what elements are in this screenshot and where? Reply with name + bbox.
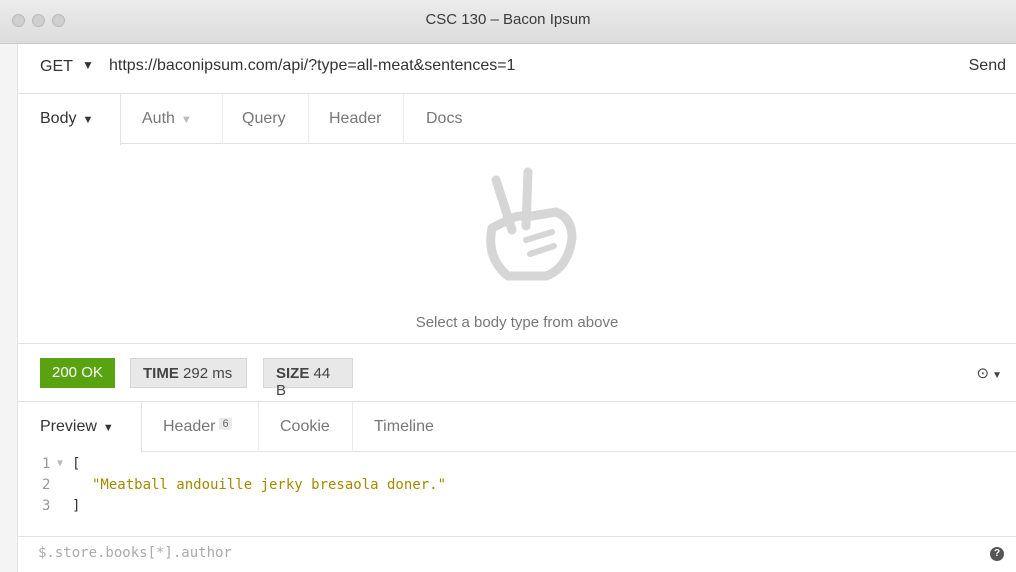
tab-response-header[interactable]: Header 6 [163, 402, 232, 452]
tab-cookie[interactable]: Cookie [280, 402, 330, 452]
tab-query[interactable]: Query [242, 94, 286, 144]
title-bar: CSC 130 – Bacon Ipsum [0, 0, 1016, 44]
sidebar-edge [0, 44, 18, 572]
header-count-badge: 6 [219, 418, 232, 430]
tab-response-header-label: Header [163, 418, 216, 435]
tab-docs[interactable]: Docs [426, 94, 462, 144]
tab-divider [308, 94, 309, 144]
clock-icon: ⊙ [976, 365, 990, 382]
code-line: 2 "Meatball andouille jerky bresaola don… [18, 477, 1016, 497]
code-line: 1 ▼ [ [18, 456, 1016, 476]
line-number: 3 [42, 498, 51, 514]
tab-cookie-label: Cookie [280, 418, 330, 435]
tab-divider [258, 402, 259, 452]
tab-divider [352, 402, 353, 452]
tab-timeline-label: Timeline [374, 418, 434, 435]
code-line: 3 ] [18, 498, 1016, 518]
code-string: "Meatball andouille jerky bresaola doner… [92, 477, 447, 493]
tab-preview-label: Preview [40, 418, 97, 435]
chevron-down-icon: ▼ [180, 114, 192, 126]
tab-preview[interactable]: Preview ▼ [18, 402, 142, 453]
url-bar: GET ▼ https://baconipsum.com/api/?type=a… [18, 44, 1016, 94]
tab-divider [403, 94, 404, 144]
line-number: 1 [42, 456, 51, 472]
request-body-panel: Select a body type from above [18, 144, 1016, 344]
body-type-hint: Select a body type from above [415, 314, 619, 331]
method-select[interactable]: GET [40, 58, 73, 76]
status-badge: 200 OK [40, 358, 115, 388]
time-value: 292 ms [183, 365, 233, 382]
response-tabs: Preview ▼ Header 6 Cookie Timeline [18, 402, 1016, 453]
send-button[interactable]: Send [969, 57, 1006, 75]
response-filter-bar: ? [18, 536, 1016, 572]
method-caret-icon[interactable]: ▼ [82, 58, 94, 72]
code-text: [ [72, 456, 81, 472]
chevron-down-icon: ▼ [992, 370, 1002, 381]
tab-auth[interactable]: Auth ▼ [142, 94, 192, 144]
tab-header[interactable]: Header [329, 94, 381, 144]
url-input[interactable]: https://baconipsum.com/api/?type=all-mea… [109, 57, 515, 75]
line-number: 2 [42, 477, 51, 493]
response-status-bar: 200 OK TIME 292 ms SIZE 44 B ⊙ ▼ [18, 344, 1016, 402]
window-title: CSC 130 – Bacon Ipsum [425, 11, 591, 28]
size-badge: SIZE 44 B [263, 358, 353, 399]
tab-docs-label: Docs [426, 110, 463, 127]
chevron-down-icon: ▼ [82, 114, 94, 126]
tab-timeline[interactable]: Timeline [374, 402, 434, 452]
tab-body-label: Body [40, 110, 77, 127]
time-label: TIME [143, 365, 179, 382]
filter-input[interactable] [38, 545, 638, 561]
chevron-down-icon: ▼ [102, 422, 114, 434]
response-preview: 1 ▼ [ 2 "Meatball andouille jerky bresao… [18, 456, 1016, 536]
tab-header-label: Header [329, 110, 382, 127]
peace-hand-icon [486, 167, 577, 281]
history-button[interactable]: ⊙ ▼ [977, 364, 1002, 382]
tab-body[interactable]: Body ▼ [18, 94, 121, 145]
fold-icon[interactable]: ▼ [57, 458, 63, 469]
tab-query-label: Query [242, 110, 286, 127]
tab-auth-label: Auth [142, 110, 175, 127]
size-label: SIZE [276, 365, 310, 382]
request-tabs: Body ▼ Auth ▼ Query Header Docs [18, 94, 1016, 145]
code-text: ] [72, 498, 81, 514]
tab-divider [222, 94, 223, 144]
time-badge: TIME 292 ms [130, 358, 247, 388]
help-icon[interactable]: ? [990, 547, 1004, 561]
